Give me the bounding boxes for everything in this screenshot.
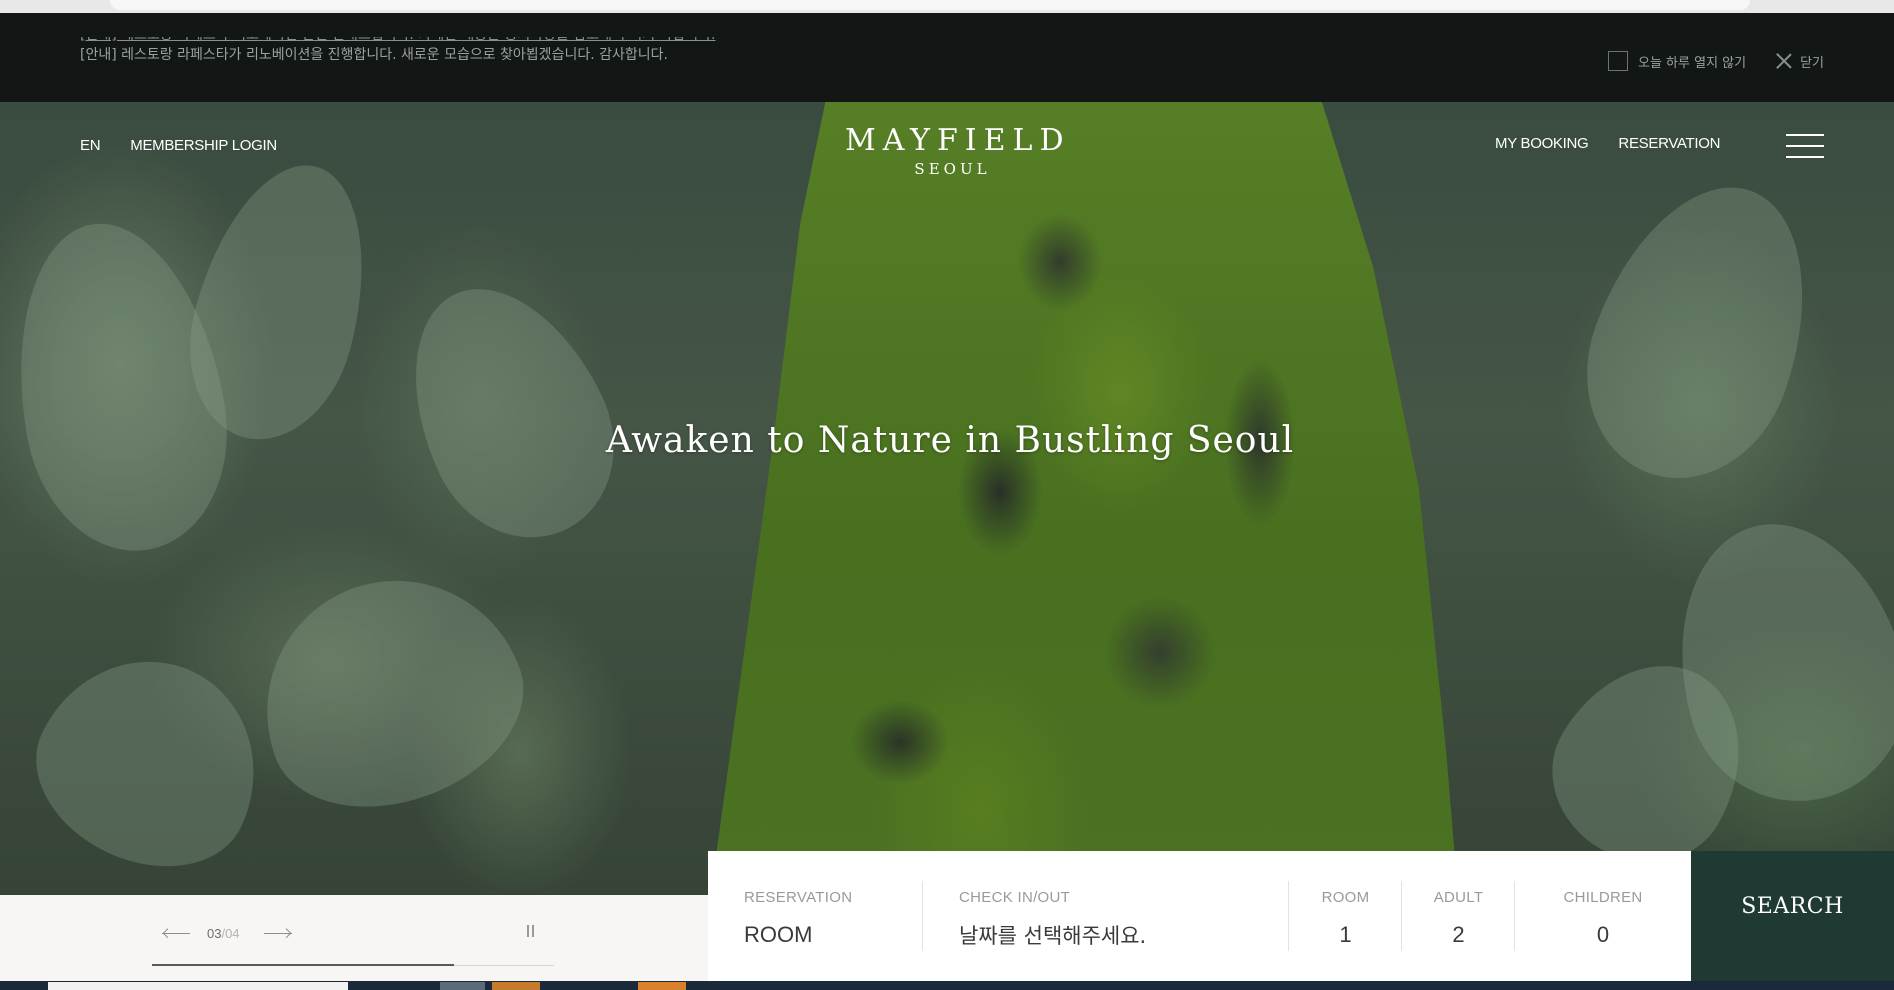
- checkin-date-input[interactable]: 날짜를 선택해주세요.: [959, 920, 1289, 950]
- my-booking-link[interactable]: MY BOOKING: [1495, 135, 1589, 152]
- children-count-value[interactable]: 0: [1515, 922, 1691, 948]
- search-button[interactable]: SEARCH: [1691, 851, 1894, 990]
- slide-counter: 03/04: [207, 926, 240, 941]
- reservation-type-field[interactable]: RESERVATION ROOM: [708, 851, 923, 990]
- hamburger-line: [1786, 134, 1824, 136]
- hero-overlay: [0, 102, 1894, 895]
- slider-controls: 03/04: [0, 895, 708, 990]
- taskbar-search-box[interactable]: [48, 982, 348, 990]
- hide-today-label: 오늘 하루 열지 않기: [1638, 55, 1747, 71]
- adult-count-value[interactable]: 2: [1402, 922, 1515, 948]
- booking-widget: RESERVATION ROOM CHECK IN/OUT 날짜를 선택해주세요…: [708, 851, 1691, 990]
- language-switch[interactable]: EN: [80, 137, 101, 154]
- header-left-nav: EN MEMBERSHIP LOGIN: [80, 137, 277, 154]
- checkbox-box[interactable]: [1608, 51, 1628, 71]
- taskbar-app-icon[interactable]: [638, 982, 686, 990]
- notice-message[interactable]: [안내] 레스토랑 라페스타가 리노베이션을 진행합니다. 새로운 모습으로 찾…: [80, 45, 980, 65]
- hamburger-line: [1786, 156, 1824, 158]
- room-count-field[interactable]: ROOM 1: [1289, 851, 1402, 990]
- hamburger-menu-icon[interactable]: [1786, 134, 1824, 160]
- logo-main-text: MAYFIELD: [845, 123, 1071, 158]
- header-right-nav: MY BOOKING RESERVATION: [1495, 135, 1720, 152]
- close-label: 닫기: [1800, 55, 1824, 71]
- taskbar-app-icon[interactable]: [440, 982, 485, 990]
- pause-icon[interactable]: [526, 925, 536, 937]
- slide-total: /04: [221, 926, 240, 941]
- checkin-label: CHECK IN/OUT: [959, 889, 1071, 906]
- room-count-value[interactable]: 1: [1289, 922, 1402, 948]
- logo-sub-text: SEOUL: [914, 160, 991, 178]
- hero-headline: Awaken to Nature in Bustling Seoul: [605, 420, 1295, 461]
- adult-count-field[interactable]: ADULT 2: [1402, 851, 1515, 990]
- slide-prev-arrow-icon[interactable]: [162, 928, 190, 938]
- notice-ticker: [안내] 레스토랑 라페스타 리노베이션 관련 안내드립니다. 자세한 내용은 …: [80, 37, 980, 85]
- checkin-checkout-field[interactable]: CHECK IN/OUT 날짜를 선택해주세요.: [923, 851, 1289, 990]
- adult-label: ADULT: [1433, 889, 1484, 906]
- notice-previous-message[interactable]: [안내] 레스토랑 라페스타 리노베이션 관련 안내드립니다. 자세한 내용은 …: [80, 37, 980, 45]
- slide-current: 03: [207, 926, 222, 941]
- slide-next-arrow-icon[interactable]: [264, 928, 292, 938]
- reservation-type-value[interactable]: ROOM: [744, 922, 923, 948]
- close-icon[interactable]: [1776, 53, 1792, 69]
- slide-progress-track: [152, 964, 554, 966]
- children-count-field[interactable]: CHILDREN 0: [1515, 851, 1691, 990]
- slide-progress-fill: [152, 964, 454, 966]
- notice-bar: [안내] 레스토랑 라페스타 리노베이션 관련 안내드립니다. 자세한 내용은 …: [0, 13, 1894, 102]
- hero-banner: [0, 102, 1894, 895]
- reservation-type-label: RESERVATION: [744, 889, 853, 906]
- taskbar-app-icon[interactable]: [492, 982, 540, 990]
- address-bar[interactable]: [110, 0, 1750, 10]
- hide-today-checkbox[interactable]: 오늘 하루 열지 않기: [1608, 51, 1746, 71]
- hamburger-line: [1786, 145, 1824, 147]
- children-label: CHILDREN: [1563, 889, 1643, 906]
- room-label: ROOM: [1321, 889, 1370, 906]
- membership-login-link[interactable]: MEMBERSHIP LOGIN: [130, 137, 277, 154]
- notice-close-button[interactable]: 닫기: [1776, 52, 1824, 71]
- reservation-link[interactable]: RESERVATION: [1618, 135, 1720, 152]
- mayfield-logo[interactable]: MAYFIELD SEOUL: [845, 123, 1071, 179]
- os-taskbar: [0, 981, 1894, 990]
- browser-chrome: [0, 0, 1894, 13]
